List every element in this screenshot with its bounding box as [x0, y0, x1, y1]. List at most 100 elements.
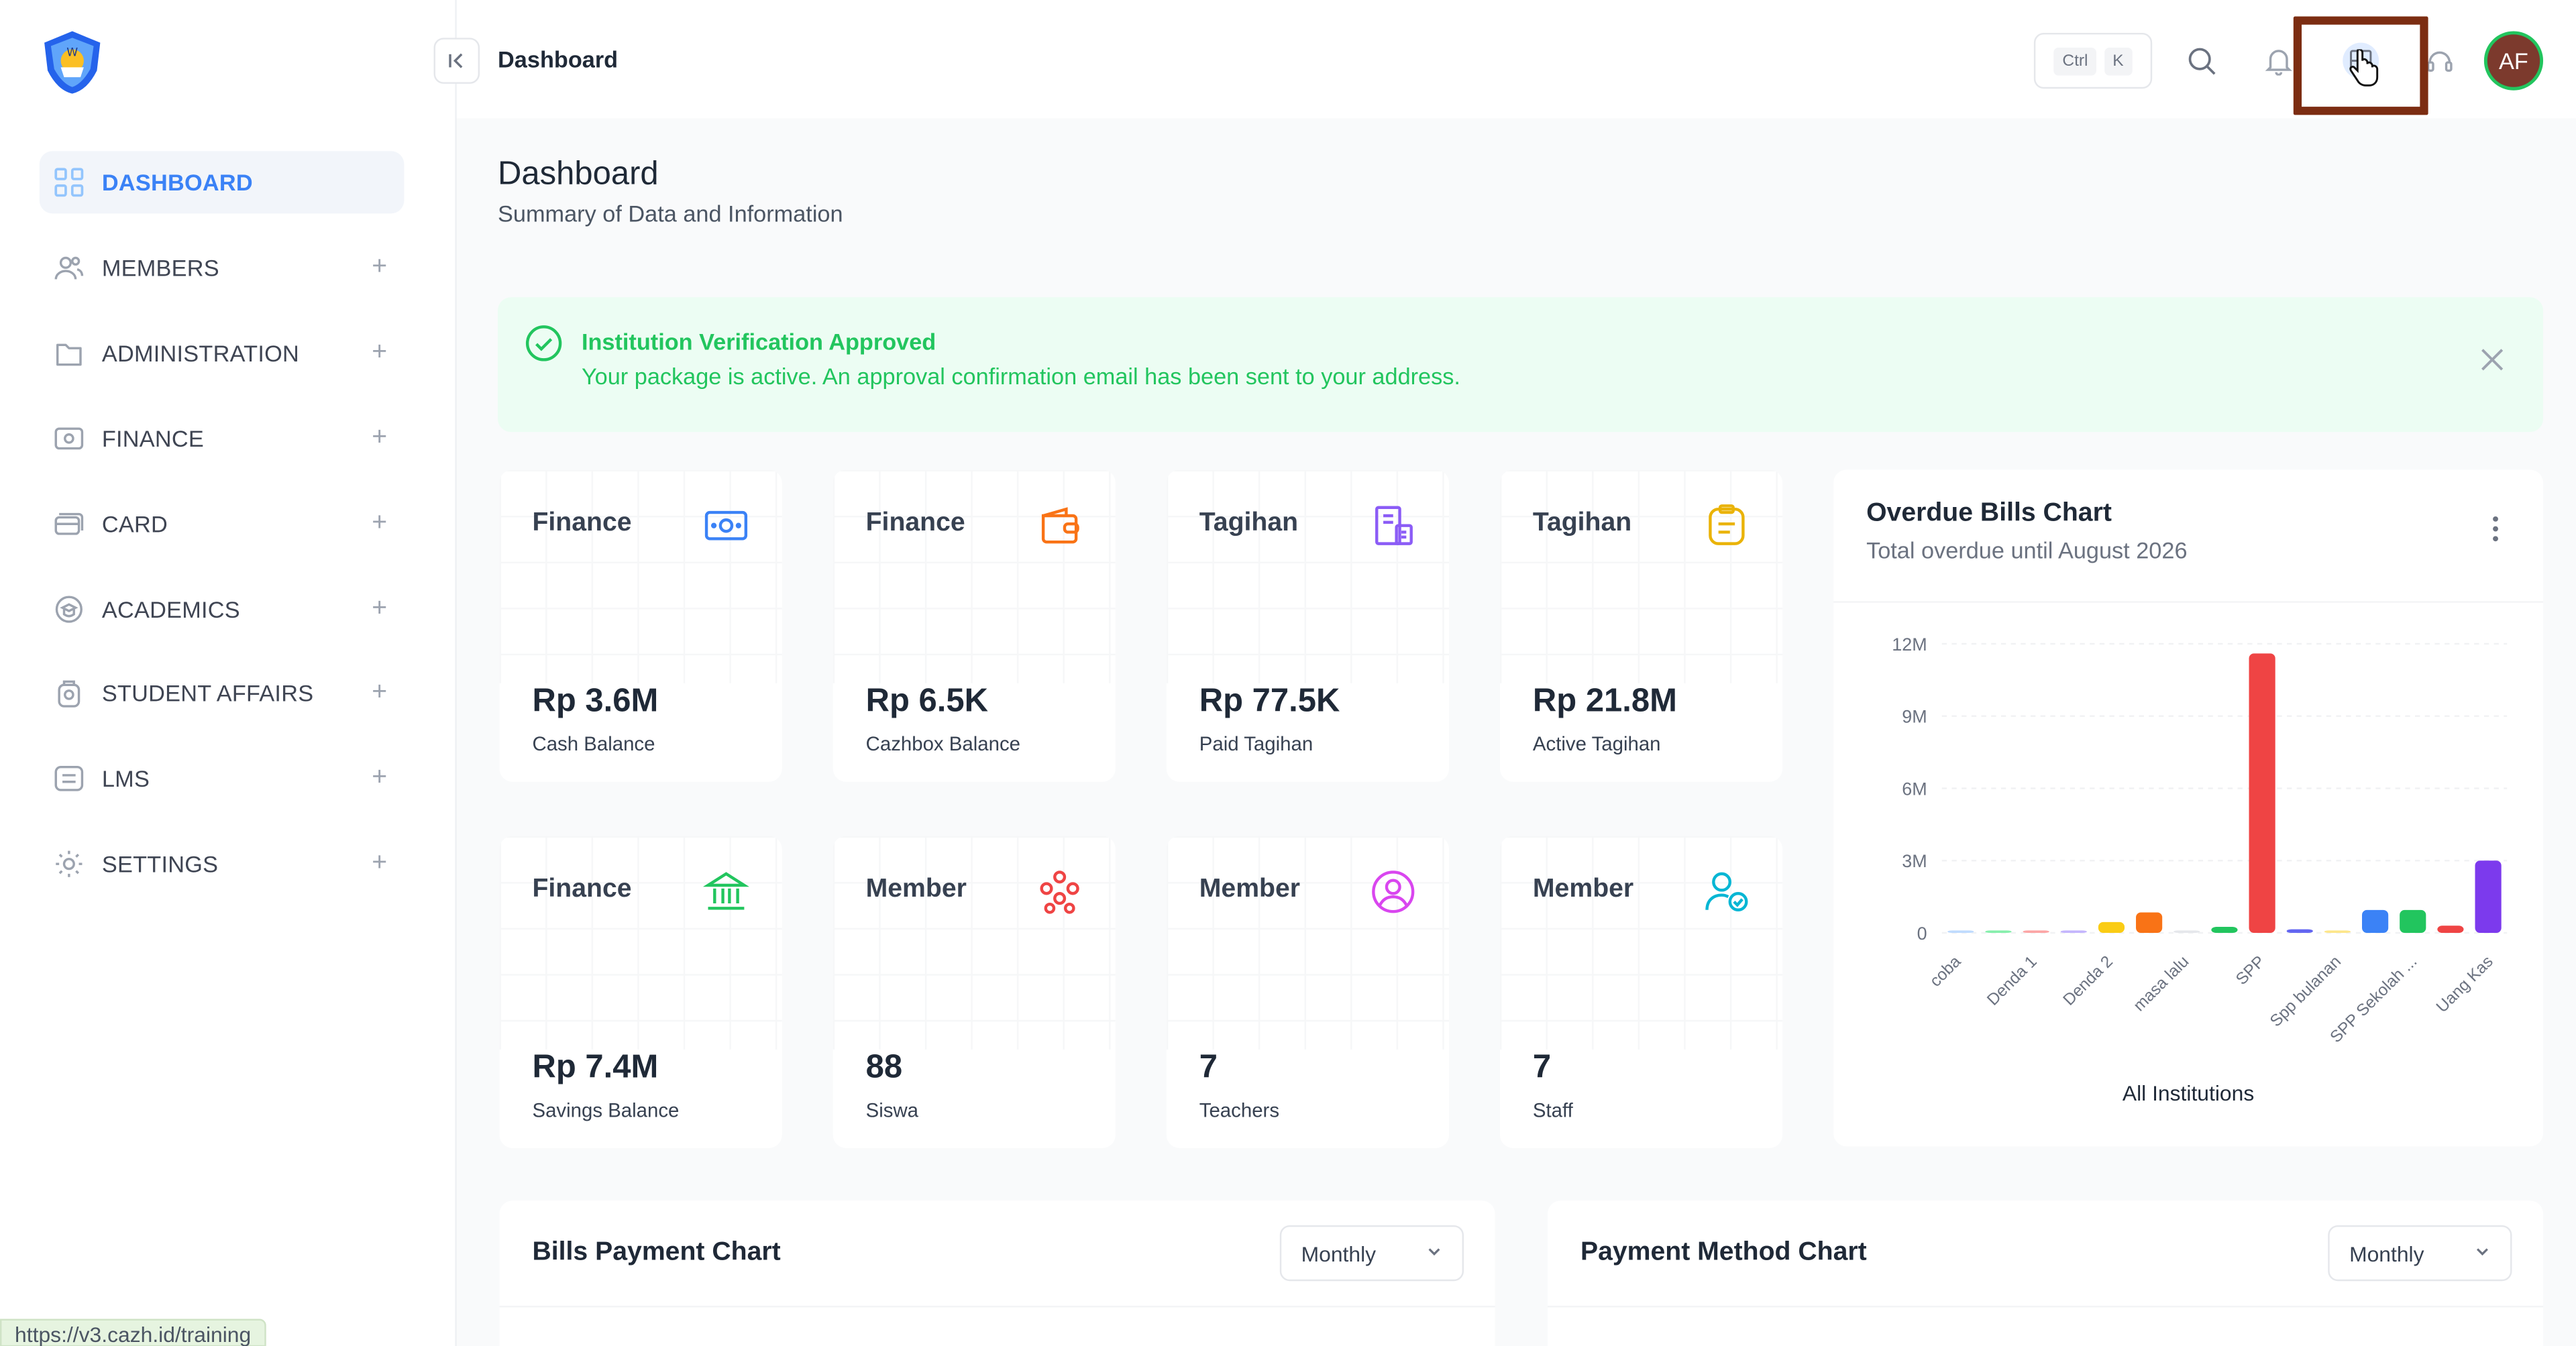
collapse-sidebar-button[interactable]: [433, 38, 480, 84]
verification-alert: Institution Verification Approved Your p…: [498, 297, 2544, 433]
sidebar-item-finance[interactable]: FINANCE +: [40, 407, 405, 469]
expand-icon[interactable]: +: [368, 339, 391, 366]
more-options-icon[interactable]: [2487, 516, 2504, 545]
sidebar-item-settings[interactable]: SETTINGS +: [40, 833, 405, 895]
bar[interactable]: [2023, 930, 2049, 934]
bar[interactable]: [2286, 929, 2313, 934]
expand-icon[interactable]: +: [368, 765, 391, 791]
sidebar-item-card[interactable]: CARD +: [40, 493, 405, 555]
sidebar-item-student-affairs[interactable]: STUDENT AFFAIRS +: [40, 662, 405, 724]
bar[interactable]: [2324, 930, 2351, 934]
bar[interactable]: [2136, 912, 2163, 934]
x-tick-label: Denda 2: [2060, 952, 2117, 1009]
card-label: Cazhbox Balance: [865, 732, 1020, 756]
bar[interactable]: [2249, 653, 2275, 934]
card-title: Finance: [532, 875, 632, 903]
sidebar-item-academics[interactable]: ACADEMICS +: [40, 578, 405, 640]
alert-title: Institution Verification Approved: [581, 328, 936, 355]
card-value: 88: [865, 1049, 903, 1086]
sidebar-item-label: STUDENT AFFAIRS: [101, 679, 314, 707]
expand-icon[interactable]: +: [368, 425, 391, 451]
sidebar-item-label: MEMBERS: [101, 254, 219, 281]
sidebar-item-label: ACADEMICS: [101, 596, 240, 623]
bar[interactable]: [1947, 930, 1974, 934]
command-palette-button[interactable]: Ctrl K: [2033, 32, 2153, 89]
card-pattern: [1499, 836, 1783, 1050]
y-tick-label: 12M: [1892, 634, 1927, 655]
collapse-icon: [449, 53, 463, 68]
card-value: 7: [1199, 1049, 1218, 1086]
panel-title: Bills Payment Chart: [532, 1238, 781, 1267]
group-icon: [1040, 871, 1079, 914]
sidebar-item-label: LMS: [101, 765, 150, 792]
card-siswa[interactable]: Member 88 Siswa: [833, 836, 1116, 1148]
bell-icon[interactable]: [2262, 44, 2295, 77]
card-label: Siswa: [865, 1099, 919, 1122]
highlight-box: [2293, 16, 2428, 115]
breadcrumb: Dashboard: [498, 46, 619, 72]
bar[interactable]: [2211, 927, 2238, 934]
card-label: Staff: [1532, 1099, 1573, 1122]
bar[interactable]: [2174, 930, 2200, 934]
period-select[interactable]: Monthly: [1279, 1225, 1464, 1282]
overdue-bar-chart: 0 3M 6M 9M 12M coba Denda 1 Denda 2 masa lalu SPP…: [1892, 634, 2508, 1046]
topbar: [456, 0, 2576, 119]
y-tick-label: 3M: [1902, 851, 1927, 871]
card-paid-tagihan[interactable]: Tagihan Rp 77.5K Paid Tagihan: [1166, 469, 1450, 782]
expand-icon[interactable]: +: [368, 510, 391, 536]
divider: [1833, 601, 2544, 603]
bar[interactable]: [2437, 926, 2464, 934]
card-active-tagihan[interactable]: Tagihan Rp 21.8M Active Tagihan: [1499, 469, 1783, 782]
bar[interactable]: [2400, 909, 2426, 934]
card-label: Savings Balance: [532, 1099, 680, 1122]
student-icon: [52, 677, 85, 710]
search-icon[interactable]: [2185, 44, 2218, 77]
card-pattern: [1499, 469, 1783, 683]
bank-icon: [703, 872, 749, 910]
bar[interactable]: [2475, 860, 2502, 934]
card-value: Rp 7.4M: [532, 1049, 659, 1086]
cash-icon: [52, 422, 85, 455]
bar[interactable]: [1985, 930, 2012, 934]
card-pattern: [1166, 836, 1450, 1050]
bar[interactable]: [2098, 921, 2125, 934]
card-cazhbox-balance[interactable]: Finance Rp 6.5K Cazhbox Balance: [833, 469, 1116, 782]
card-value: 7: [1532, 1049, 1552, 1086]
expand-icon[interactable]: +: [368, 254, 391, 280]
page-title: Dashboard: [498, 156, 659, 192]
chart-footer: All Institutions: [2122, 1080, 2255, 1106]
period-select[interactable]: Monthly: [2328, 1225, 2512, 1282]
x-tick-label: SPP: [2233, 952, 2269, 989]
sidebar-item-administration[interactable]: ADMINISTRATION +: [40, 322, 405, 384]
sidebar-item-members[interactable]: MEMBERS +: [40, 237, 405, 299]
logo-icon[interactable]: W: [38, 28, 107, 97]
money-icon: [704, 510, 748, 541]
bar[interactable]: [2060, 930, 2087, 934]
avatar[interactable]: AF: [2483, 31, 2544, 91]
y-tick-label: 0: [1917, 923, 1927, 944]
expand-icon[interactable]: +: [368, 596, 391, 622]
sidebar-item-lms[interactable]: LMS +: [40, 747, 405, 809]
chevron-down-icon: [2476, 1248, 2488, 1256]
select-value: Monthly: [2349, 1241, 2424, 1266]
sidebar: W DASHBOARD MEMBERS + ADMINISTRATION + F…: [0, 0, 457, 1346]
payment-method-chart-panel: Payment Method Chart Monthly: [1547, 1200, 2544, 1346]
bar[interactable]: [2362, 909, 2389, 934]
x-tick-label: Spp bulanan: [2267, 952, 2345, 1030]
overdue-bills-chart-card: Overdue Bills Chart Total overdue until …: [1833, 469, 2544, 1147]
sidebar-item-dashboard[interactable]: DASHBOARD: [39, 151, 405, 214]
chart-subtitle: Total overdue until August 2026: [1866, 537, 2188, 564]
card-cash-balance[interactable]: Finance Rp 3.6M Cash Balance: [499, 469, 782, 782]
card-title: Member: [1199, 875, 1301, 903]
expand-icon[interactable]: +: [368, 850, 391, 876]
expand-icon[interactable]: +: [368, 679, 391, 706]
status-bar-url: https://v3.cazh.id/training: [0, 1319, 266, 1346]
select-value: Monthly: [1301, 1241, 1377, 1266]
card-staff[interactable]: Member 7 Staff: [1499, 836, 1783, 1148]
close-icon[interactable]: [2477, 347, 2507, 376]
folder-icon: [52, 337, 85, 370]
card-savings-balance[interactable]: Finance Rp 7.4M Savings Balance: [499, 836, 782, 1148]
card-title: Finance: [532, 509, 632, 537]
card-teachers[interactable]: Member 7 Teachers: [1166, 836, 1450, 1148]
check-circle-icon: [525, 325, 562, 361]
